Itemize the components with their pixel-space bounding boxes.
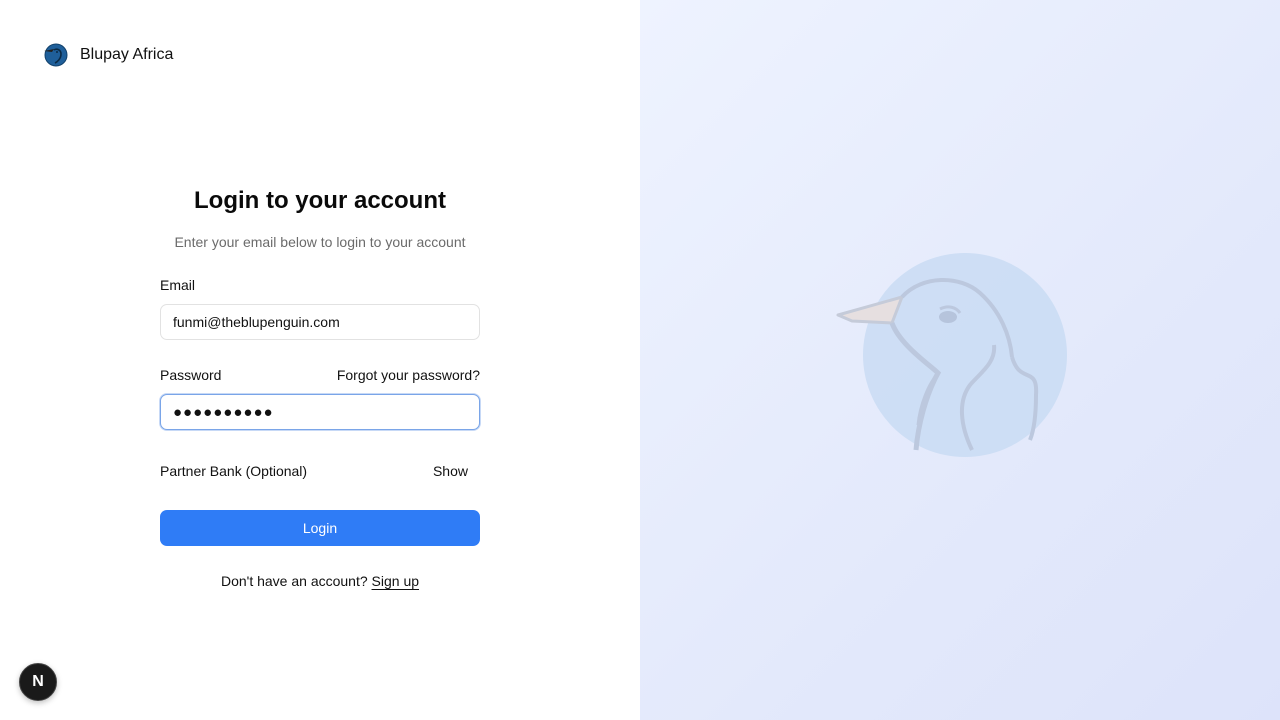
partner-bank-row: Partner Bank (Optional) Show	[160, 463, 480, 479]
signup-prompt: Don't have an account?	[220, 573, 368, 589]
login-form: Login to your account Enter your email b…	[160, 185, 480, 589]
penguin-illustration-icon	[836, 253, 1067, 457]
email-label: Email	[160, 277, 196, 293]
hero-panel	[640, 0, 1280, 720]
login-panel: Blupay Africa Login to your account Ente…	[0, 0, 640, 720]
partner-bank-show-button[interactable]: Show	[433, 463, 468, 479]
login-button[interactable]: Login	[160, 510, 480, 546]
page-subtitle: Enter your email below to login to your …	[174, 234, 466, 250]
signup-link[interactable]: Sign up	[372, 573, 419, 589]
password-label: Password	[160, 367, 222, 383]
brand-name: Blupay Africa	[80, 46, 174, 63]
brand[interactable]: Blupay Africa	[42, 42, 173, 68]
signup-row: Don't have an account? Sign up	[160, 573, 480, 589]
password-label-row: Password Forgot your password?	[160, 366, 480, 384]
partner-bank-label: Partner Bank (Optional)	[160, 463, 308, 479]
password-field[interactable]	[160, 394, 480, 430]
password-field-group: Password Forgot your password?	[160, 366, 480, 430]
nextjs-icon[interactable]: N	[19, 663, 57, 701]
page-title: Login to your account	[194, 187, 446, 214]
email-field[interactable]	[160, 304, 480, 340]
email-field-group: Email	[160, 276, 480, 340]
forgot-password-link[interactable]: Forgot your password?	[337, 367, 480, 383]
penguin-logo-icon	[44, 43, 68, 67]
